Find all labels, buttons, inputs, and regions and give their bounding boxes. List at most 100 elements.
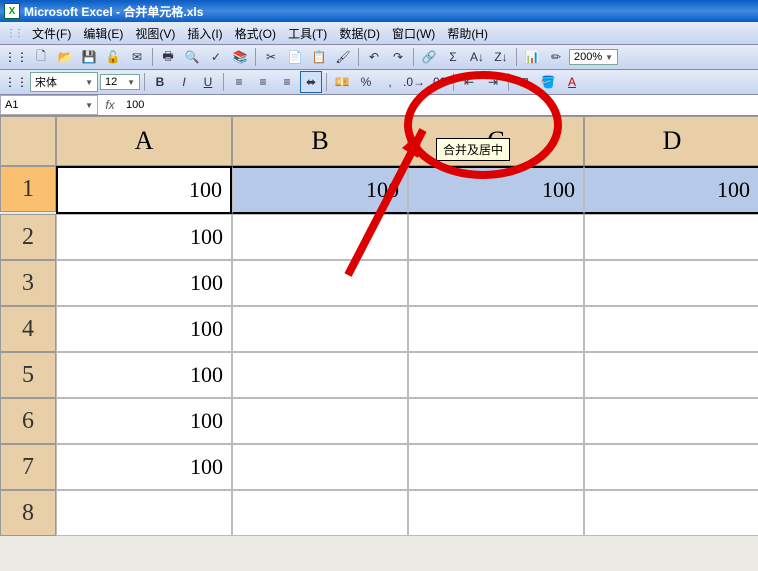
fill-color-icon[interactable]: 🪣	[537, 71, 559, 93]
row-header-6[interactable]: 6	[0, 398, 56, 444]
cell-B6[interactable]	[232, 398, 408, 444]
col-header-A[interactable]: A	[56, 116, 232, 166]
drawing-icon[interactable]: ✏	[545, 46, 567, 68]
cell-D7[interactable]	[584, 444, 758, 490]
autosum-icon[interactable]: Σ	[442, 46, 464, 68]
cell-A5[interactable]: 100	[56, 352, 232, 398]
name-box[interactable]: A1▼	[0, 95, 98, 115]
cell-D6[interactable]	[584, 398, 758, 444]
row-header-4[interactable]: 4	[0, 306, 56, 352]
cell-A4[interactable]: 100	[56, 306, 232, 352]
sort-desc-icon[interactable]: Z↓	[490, 46, 512, 68]
font-select[interactable]: 宋体▼	[30, 72, 98, 92]
menu-data[interactable]: 数据(D)	[333, 23, 386, 44]
underline-button[interactable]: U	[197, 71, 219, 93]
col-header-B[interactable]: B	[232, 116, 408, 166]
cell-B2[interactable]	[232, 214, 408, 260]
fx-button[interactable]: fx	[98, 98, 122, 112]
copy-icon[interactable]: 📄	[284, 46, 306, 68]
cell-B3[interactable]	[232, 260, 408, 306]
menu-window[interactable]: 窗口(W)	[386, 23, 441, 44]
open-icon[interactable]: 📂	[54, 46, 76, 68]
cell-A6[interactable]: 100	[56, 398, 232, 444]
cell-A8[interactable]	[56, 490, 232, 536]
align-right-icon[interactable]: ≡	[276, 71, 298, 93]
borders-icon[interactable]: ⊞	[513, 71, 535, 93]
cell-C6[interactable]	[408, 398, 584, 444]
cell-D8[interactable]	[584, 490, 758, 536]
cell-D4[interactable]	[584, 306, 758, 352]
format-painter-icon[interactable]: 🖌	[332, 46, 354, 68]
row-header-7[interactable]: 7	[0, 444, 56, 490]
comma-icon[interactable]: ,	[379, 71, 401, 93]
chevron-down-icon: ▼	[85, 101, 93, 110]
align-left-icon[interactable]: ≡	[228, 71, 250, 93]
print-icon[interactable]: 🖶	[157, 46, 179, 68]
cell-B1[interactable]: 100	[232, 166, 408, 214]
separator	[144, 73, 145, 91]
cell-B7[interactable]	[232, 444, 408, 490]
menu-tools[interactable]: 工具(T)	[282, 23, 333, 44]
row-header-1[interactable]: 1	[0, 166, 56, 212]
research-icon[interactable]: 📚	[229, 46, 251, 68]
cell-D3[interactable]	[584, 260, 758, 306]
increase-decimal-icon[interactable]: .0→	[403, 71, 425, 93]
cell-B8[interactable]	[232, 490, 408, 536]
currency-icon[interactable]: 💴	[331, 71, 353, 93]
cut-icon[interactable]: ✂	[260, 46, 282, 68]
mail-icon[interactable]: ✉	[126, 46, 148, 68]
new-icon[interactable]: 🗋	[30, 46, 52, 68]
cell-C2[interactable]	[408, 214, 584, 260]
paste-icon[interactable]: 📋	[308, 46, 330, 68]
select-all-corner[interactable]	[0, 116, 56, 166]
chart-icon[interactable]: 📊	[521, 46, 543, 68]
menu-edit[interactable]: 编辑(E)	[77, 23, 129, 44]
align-center-icon[interactable]: ≡	[252, 71, 274, 93]
cell-C3[interactable]	[408, 260, 584, 306]
cell-D2[interactable]	[584, 214, 758, 260]
cell-B4[interactable]	[232, 306, 408, 352]
cell-C4[interactable]	[408, 306, 584, 352]
decrease-decimal-icon[interactable]: .00	[427, 71, 449, 93]
menu-insert[interactable]: 插入(I)	[181, 23, 228, 44]
col-header-D[interactable]: D	[584, 116, 758, 166]
separator	[152, 48, 153, 66]
bold-button[interactable]: B	[149, 71, 171, 93]
row-header-8[interactable]: 8	[0, 490, 56, 536]
cell-D5[interactable]	[584, 352, 758, 398]
redo-icon[interactable]: ↷	[387, 46, 409, 68]
merge-center-button[interactable]: ⬌	[300, 71, 322, 93]
row-header-2[interactable]: 2	[0, 214, 56, 260]
cell-C1[interactable]: 100	[408, 166, 584, 214]
cell-D1[interactable]: 100	[584, 166, 758, 214]
cell-A7[interactable]: 100	[56, 444, 232, 490]
cell-A2[interactable]: 100	[56, 214, 232, 260]
font-size-select[interactable]: 12▼	[100, 74, 140, 90]
hyperlink-icon[interactable]: 🔗	[418, 46, 440, 68]
formula-input[interactable]	[122, 96, 758, 114]
save-icon[interactable]: 💾	[78, 46, 100, 68]
menu-help[interactable]: 帮助(H)	[441, 23, 494, 44]
sort-asc-icon[interactable]: A↓	[466, 46, 488, 68]
italic-button[interactable]: I	[173, 71, 195, 93]
menu-view[interactable]: 视图(V)	[129, 23, 181, 44]
font-color-icon[interactable]: A	[561, 71, 583, 93]
cell-C8[interactable]	[408, 490, 584, 536]
spelling-icon[interactable]: ✓	[205, 46, 227, 68]
increase-indent-icon[interactable]: ⇥	[482, 71, 504, 93]
menu-file[interactable]: 文件(F)	[26, 23, 77, 44]
cell-A3[interactable]: 100	[56, 260, 232, 306]
row-header-5[interactable]: 5	[0, 352, 56, 398]
cell-C7[interactable]	[408, 444, 584, 490]
percent-icon[interactable]: %	[355, 71, 377, 93]
row-header-3[interactable]: 3	[0, 260, 56, 306]
menu-format[interactable]: 格式(O)	[229, 23, 282, 44]
undo-icon[interactable]: ↶	[363, 46, 385, 68]
decrease-indent-icon[interactable]: ⇤	[458, 71, 480, 93]
cell-C5[interactable]	[408, 352, 584, 398]
cell-B5[interactable]	[232, 352, 408, 398]
permission-icon[interactable]: 🔓	[102, 46, 124, 68]
cell-A1[interactable]: 100	[56, 166, 232, 214]
print-preview-icon[interactable]: 🔍	[181, 46, 203, 68]
zoom-select[interactable]: 200%▼	[569, 49, 618, 65]
